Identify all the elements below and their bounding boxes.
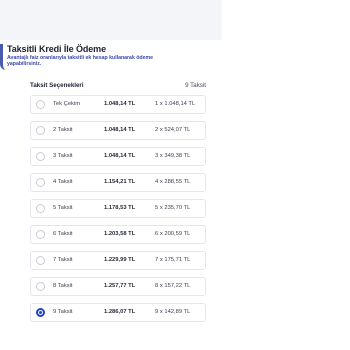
installment-option-label: Tek Çekim — [53, 101, 81, 107]
installment-option-total: 1.048,14 TL — [104, 153, 136, 159]
installment-option-row[interactable]: 9 Taksit 1.286,07 TL 9 x 142,89 TL — [30, 303, 206, 322]
installment-option-label: 8 Taksit — [53, 283, 73, 289]
installment-option-label: 4 Taksit — [53, 179, 73, 185]
installment-option-total: 1.048,14 TL — [104, 127, 136, 133]
radio-unselected-icon[interactable] — [36, 126, 45, 135]
selected-installment-count: 9 Taksit — [185, 82, 206, 89]
installment-option-row[interactable]: 4 Taksit 1.154,21 TL 4 x 288,55 TL — [30, 173, 206, 192]
radio-unselected-icon[interactable] — [36, 100, 45, 109]
installment-option-row[interactable]: 8 Taksit 1.257,77 TL 8 x 157,22 TL — [30, 277, 206, 296]
top-band — [0, 0, 222, 40]
section-description: Avantajlı faiz oranlarıyla taksitli ek h… — [7, 55, 153, 67]
installment-option-label: 9 Taksit — [53, 309, 73, 315]
installment-option-row[interactable]: 2 Taksit 1.048,14 TL 2 x 524,07 TL — [30, 121, 206, 140]
installment-option-total: 1.229,99 TL — [104, 257, 136, 263]
installment-option-label: 2 Taksit — [53, 127, 73, 133]
installment-option-label: 6 Taksit — [53, 231, 73, 237]
installment-option-total: 1.154,21 TL — [104, 179, 136, 185]
installment-option-label: 5 Taksit — [53, 205, 73, 211]
installment-option-label: 3 Taksit — [53, 153, 73, 159]
installment-option-per-payment: 9 x 142,89 TL — [155, 309, 191, 315]
installment-option-row[interactable]: 6 Taksit 1.203,58 TL 6 x 200,59 TL — [30, 225, 206, 244]
installment-option-total: 1.286,07 TL — [104, 309, 136, 315]
radio-selected-icon[interactable] — [36, 308, 45, 317]
installment-option-per-payment: 3 x 349,38 TL — [155, 153, 191, 159]
installment-option-label: 7 Taksit — [53, 257, 73, 263]
installment-options-header: Taksit Seçenekleri 9 Taksit — [30, 82, 206, 92]
section-title: Taksitli Kredi İle Ödeme — [7, 44, 106, 54]
installment-option-per-payment: 2 x 524,07 TL — [155, 127, 191, 133]
radio-unselected-icon[interactable] — [36, 256, 45, 265]
radio-unselected-icon[interactable] — [36, 178, 45, 187]
installment-option-total: 1.257,77 TL — [104, 283, 136, 289]
radio-unselected-icon[interactable] — [36, 230, 45, 239]
radio-unselected-icon[interactable] — [36, 152, 45, 161]
section-accent-mark — [0, 44, 7, 70]
installment-option-per-payment: 1 x 1.048,14 TL — [155, 101, 196, 107]
installment-option-total: 1.048,14 TL — [104, 101, 136, 107]
installment-option-per-payment: 8 x 157,22 TL — [155, 283, 191, 289]
installment-option-per-payment: 4 x 288,55 TL — [155, 179, 191, 185]
radio-unselected-icon[interactable] — [36, 204, 45, 213]
installment-option-total: 1.203,58 TL — [104, 231, 136, 237]
installment-option-row[interactable]: 7 Taksit 1.229,99 TL 7 x 175,71 TL — [30, 251, 206, 270]
radio-unselected-icon[interactable] — [36, 282, 45, 291]
installment-option-total: 1.178,53 TL — [104, 205, 136, 211]
installment-option-per-payment: 5 x 235,70 TL — [155, 205, 191, 211]
installment-option-row[interactable]: 3 Taksit 1.048,14 TL 3 x 349,38 TL — [30, 147, 206, 166]
installment-option-row[interactable]: Tek Çekim 1.048,14 TL 1 x 1.048,14 TL — [30, 95, 206, 114]
installment-option-row[interactable]: 5 Taksit 1.178,53 TL 5 x 235,70 TL — [30, 199, 206, 218]
installment-option-per-payment: 6 x 200,59 TL — [155, 231, 191, 237]
installment-options-title: Taksit Seçenekleri — [30, 82, 84, 89]
installment-option-per-payment: 7 x 175,71 TL — [155, 257, 191, 263]
